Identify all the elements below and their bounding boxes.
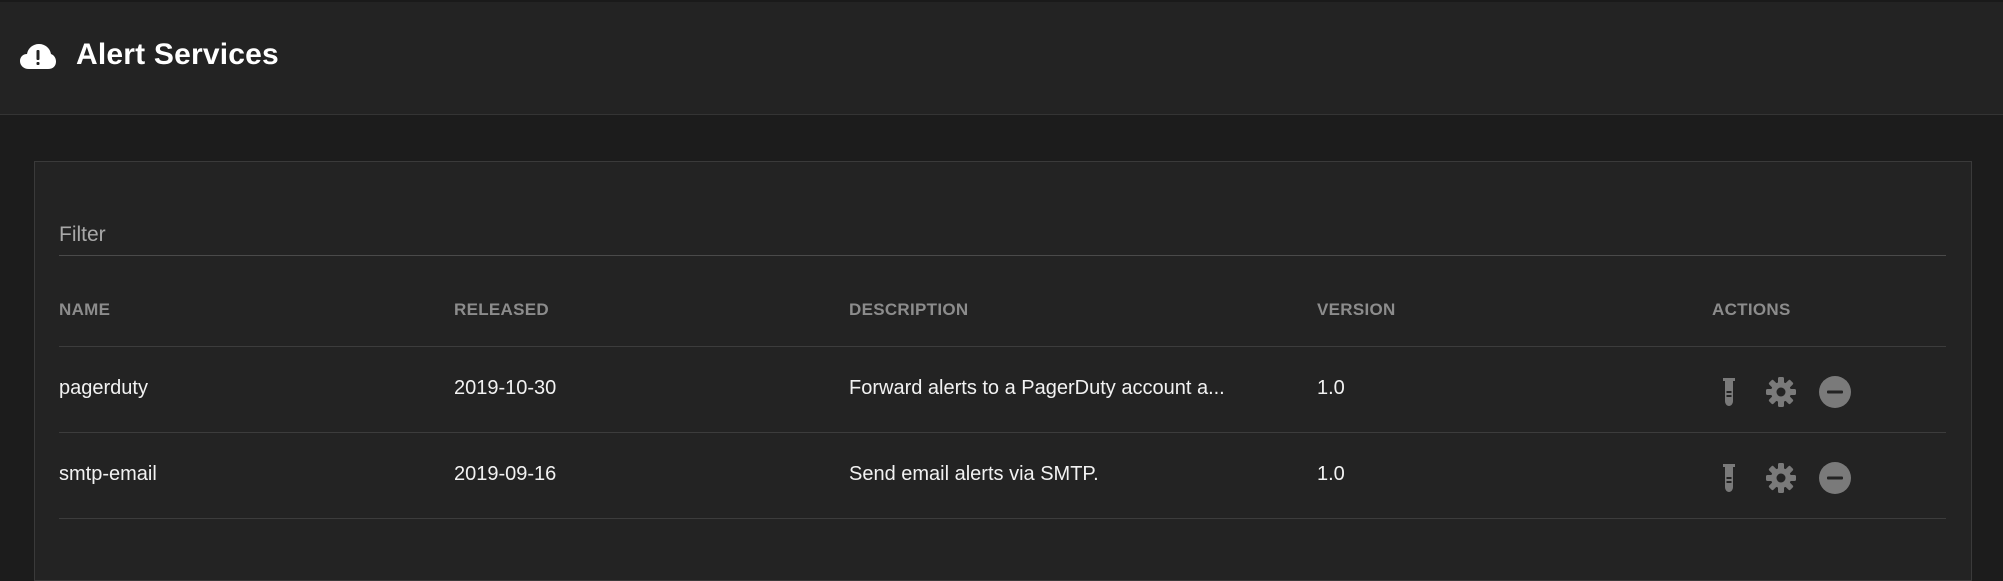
test-tube-icon[interactable]	[1712, 375, 1746, 409]
alert-services-table: NAME RELEASED DESCRIPTION VERSION ACTION…	[59, 280, 1946, 519]
row-actions	[1712, 461, 1852, 495]
remove-circle-icon[interactable]	[1818, 375, 1852, 409]
filter-field	[59, 212, 1946, 256]
table-header: NAME RELEASED DESCRIPTION VERSION ACTION…	[59, 280, 1946, 347]
page-header: Alert Services	[0, 0, 2003, 115]
row-actions	[1712, 375, 1852, 409]
gear-icon[interactable]	[1764, 375, 1798, 409]
service-released: 2019-09-16	[454, 463, 557, 485]
column-header-version[interactable]: VERSION	[1317, 300, 1396, 320]
gear-icon[interactable]	[1764, 461, 1798, 495]
service-description: Send email alerts via SMTP.	[849, 463, 1099, 485]
service-version: 1.0	[1317, 377, 1345, 399]
alert-services-card: NAME RELEASED DESCRIPTION VERSION ACTION…	[34, 161, 1972, 581]
service-description: Forward alerts to a PagerDuty account a.…	[849, 377, 1225, 399]
table-row: pagerduty 2019-10-30 Forward alerts to a…	[59, 347, 1946, 433]
page-title: Alert Services	[76, 38, 279, 71]
service-name: smtp-email	[59, 463, 157, 485]
table-row: smtp-email 2019-09-16 Send email alerts …	[59, 433, 1946, 519]
service-name: pagerduty	[59, 377, 148, 399]
cloud-alert-icon	[20, 44, 56, 70]
column-header-description[interactable]: DESCRIPTION	[849, 300, 1289, 320]
column-header-name[interactable]: NAME	[59, 300, 110, 320]
test-tube-icon[interactable]	[1712, 461, 1746, 495]
column-header-actions: ACTIONS	[1712, 300, 1791, 319]
column-header-released[interactable]: RELEASED	[454, 300, 549, 320]
service-released: 2019-10-30	[454, 377, 557, 399]
service-version: 1.0	[1317, 463, 1345, 485]
remove-circle-icon[interactable]	[1818, 461, 1852, 495]
filter-input[interactable]	[59, 212, 1946, 255]
